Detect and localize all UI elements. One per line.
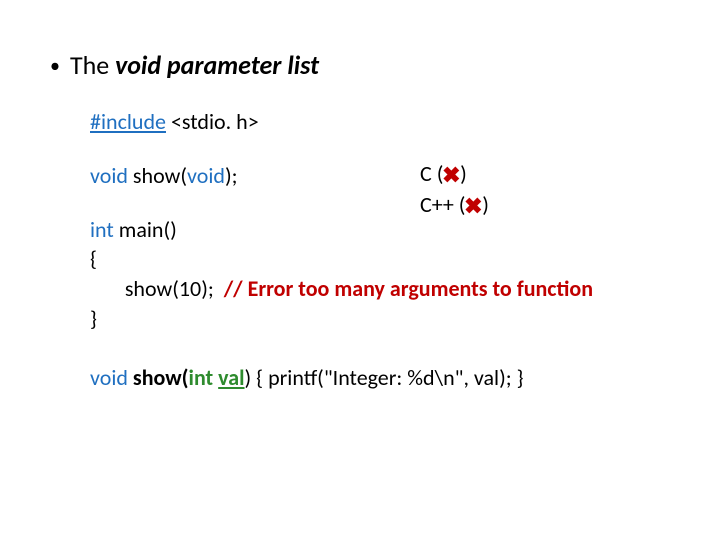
bullet-heading: • The void parameter list — [50, 50, 670, 81]
main-name: main() — [114, 216, 177, 243]
main-int: int — [90, 216, 114, 243]
cross-icon: ✖ — [443, 162, 461, 192]
code-block: #include <stdio. h> void show(void); C (… — [90, 107, 670, 393]
bullet-emph: void parameter list — [115, 49, 319, 81]
include-header: <stdio. h> — [166, 108, 259, 135]
decl-close: ); — [225, 162, 238, 189]
lang-c-label: C ( — [420, 160, 443, 187]
decl-void-param: void — [187, 162, 225, 189]
decl-void-ret: void — [90, 162, 128, 189]
lang-status-box: C (✖) C++ (✖) — [420, 159, 489, 221]
cross-icon: ✖ — [465, 193, 483, 223]
def-show-open: show( — [128, 364, 189, 391]
lang-row-cpp: C++ (✖) — [420, 190, 489, 221]
slide-content: • The void parameter list #include <stdi… — [0, 0, 720, 393]
decl-line: void show(void); — [90, 161, 670, 191]
main-sig-line: int main() — [90, 215, 670, 245]
include-directive: #include — [90, 108, 166, 135]
lang-cpp-label: C++ ( — [420, 191, 465, 218]
def-void: void — [90, 364, 128, 391]
def-int: int — [189, 364, 214, 391]
include-line: #include <stdio. h> — [90, 107, 670, 137]
decl-show-open: show( — [128, 162, 187, 189]
brace-close: } — [90, 304, 670, 334]
lang-cpp-close: ) — [482, 191, 489, 218]
lang-row-c: C (✖) — [420, 159, 489, 190]
spacer — [90, 333, 670, 357]
bullet-text: The void parameter list — [70, 50, 319, 81]
bullet-dot: • — [50, 56, 60, 76]
spacer — [90, 137, 670, 161]
def-body: ) { printf("Integer: %d\n", val); } — [245, 364, 524, 391]
call-line: show(10); // Error too many arguments to… — [90, 274, 670, 304]
spacer — [90, 191, 670, 215]
call-text: show(10); — [90, 275, 224, 302]
def-line: void show(int val) { printf("Integer: %d… — [90, 363, 670, 393]
lang-c-close: ) — [460, 160, 467, 187]
error-comment: // Error too many arguments to function — [224, 275, 593, 302]
brace-open: { — [90, 244, 670, 274]
bullet-prefix: The — [70, 49, 115, 81]
def-val: val — [218, 364, 244, 391]
